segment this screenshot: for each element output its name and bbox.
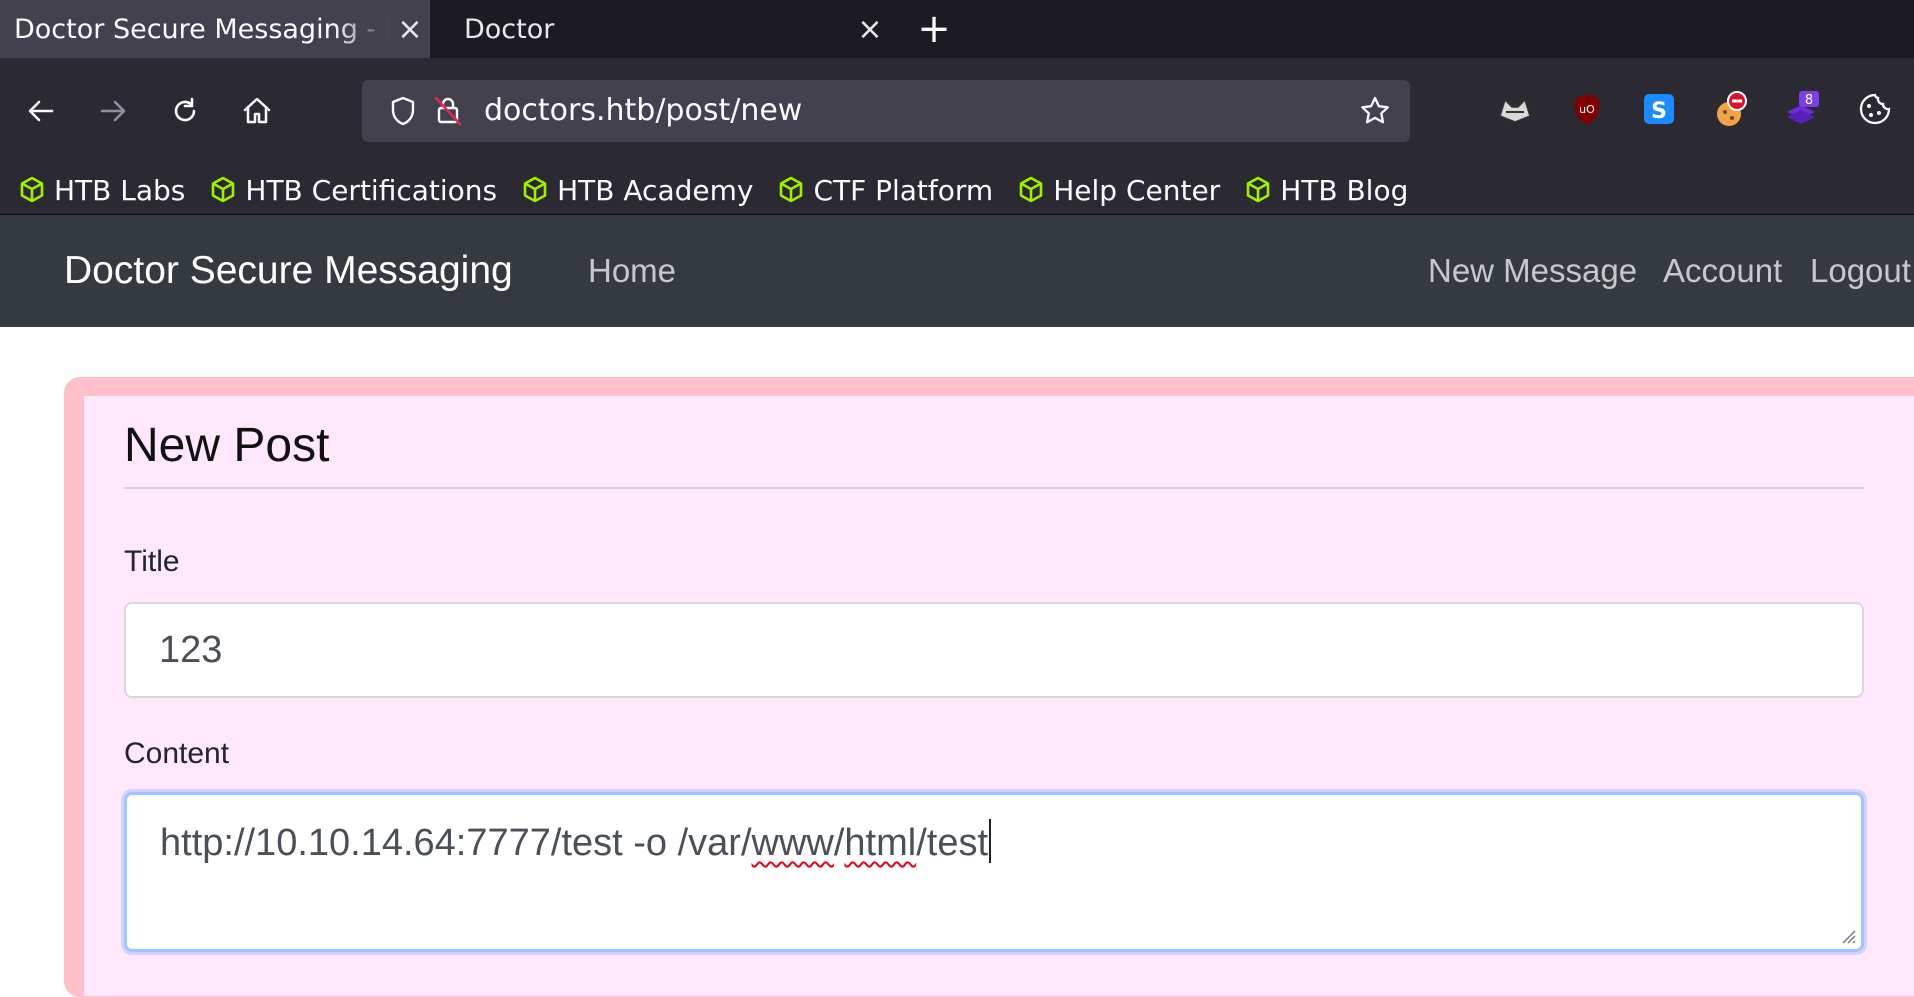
text-caret — [989, 819, 992, 863]
svg-text:uO: uO — [1579, 103, 1595, 116]
spellcheck-word: www — [751, 822, 834, 864]
title-input[interactable]: 123 — [124, 602, 1864, 698]
insecure-lock-icon[interactable] — [432, 94, 464, 128]
forward-arrow-icon — [100, 100, 126, 122]
s-extension-icon[interactable]: S — [1638, 88, 1680, 130]
bookmark-label: HTB Blog — [1280, 173, 1409, 207]
bookmark-label: HTB Labs — [54, 173, 186, 207]
bookmarks-toolbar: HTB Labs HTB Certifications HTB Academy … — [0, 166, 1914, 215]
stack-extension-icon[interactable]: 8 — [1782, 88, 1824, 130]
htb-cube-icon — [780, 176, 803, 203]
address-bar[interactable]: doctors.htb/post/new — [362, 80, 1410, 142]
htb-cube-icon — [523, 176, 547, 203]
site-navbar: Doctor Secure Messaging Home New Message… — [0, 215, 1914, 327]
title-label: Title — [124, 545, 180, 578]
home-button[interactable] — [232, 86, 282, 136]
bookmark-ctf-platform[interactable]: CTF Platform — [777, 174, 993, 207]
bookmark-htb-blog[interactable]: HTB Blog — [1244, 174, 1408, 207]
nav-new-message-link[interactable]: New Message — [1428, 215, 1637, 327]
bookmark-label: CTF Platform — [813, 173, 994, 207]
bookmark-htb-labs[interactable]: HTB Labs — [18, 174, 185, 207]
back-arrow-icon — [28, 100, 54, 122]
nav-account-link[interactable]: Account — [1663, 215, 1782, 327]
tab-doctor[interactable]: Doctor × — [450, 0, 890, 58]
close-tab-icon[interactable]: × — [850, 12, 890, 47]
svg-text:S: S — [1651, 99, 1667, 124]
cookie-blocker-icon[interactable] — [1710, 88, 1752, 130]
extension-badge: 8 — [1805, 93, 1813, 108]
form-legend: New Post — [124, 418, 1864, 489]
htb-cube-icon — [20, 176, 44, 203]
bookmark-star-icon[interactable] — [1358, 94, 1392, 128]
content-textarea[interactable]: http://10.10.14.64:7777/test -o /var/www… — [124, 792, 1864, 952]
tab-title: Doctor — [464, 13, 555, 45]
shield-icon[interactable] — [388, 95, 418, 127]
foxyproxy-icon[interactable] — [1494, 88, 1536, 130]
content-text: http://10.10.14.64:7777/test -o /var/www… — [160, 822, 989, 864]
bookmark-help-center[interactable]: Help Center — [1017, 174, 1220, 207]
bookmark-label: HTB Certifications — [245, 173, 498, 207]
tab-title: Doctor Secure Messaging - New Post — [14, 13, 390, 45]
content-label: Content — [124, 737, 230, 770]
close-tab-icon[interactable]: × — [390, 12, 430, 47]
spellcheck-word: html — [844, 822, 917, 864]
url-text: doctors.htb/post/new — [484, 93, 803, 128]
nav-home-link[interactable]: Home — [588, 215, 676, 327]
bookmark-label: Help Center — [1053, 173, 1221, 207]
htb-cube-icon — [1019, 176, 1043, 203]
home-icon — [243, 97, 271, 124]
bookmark-label: HTB Academy — [557, 173, 754, 207]
tab-strip: Doctor Secure Messaging - New Post × Doc… — [0, 0, 1914, 58]
nav-logout-link[interactable]: Logout — [1810, 215, 1911, 327]
htb-cube-icon — [212, 176, 235, 203]
site-brand[interactable]: Doctor Secure Messaging — [64, 215, 513, 327]
reload-icon — [174, 97, 196, 122]
reload-button[interactable] — [160, 86, 210, 136]
bookmark-htb-certifications[interactable]: HTB Certifications — [209, 174, 497, 207]
navigation-toolbar: doctors.htb/post/new uO S 8 — [0, 58, 1914, 166]
htb-cube-icon — [1246, 176, 1270, 203]
ublock-icon[interactable]: uO — [1566, 88, 1608, 130]
back-button[interactable] — [16, 86, 66, 136]
new-tab-button[interactable]: + — [912, 0, 956, 58]
bookmark-htb-academy[interactable]: HTB Academy — [521, 174, 753, 207]
cookie-icon[interactable] — [1854, 88, 1896, 130]
tab-doctor-secure-messaging[interactable]: Doctor Secure Messaging - New Post × — [0, 0, 430, 58]
resize-handle-icon[interactable] — [1837, 925, 1857, 945]
forward-button[interactable] — [88, 86, 138, 136]
